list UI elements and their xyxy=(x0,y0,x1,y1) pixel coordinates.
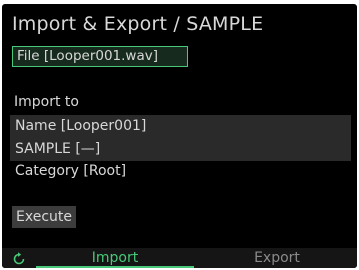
category-field[interactable]: Category [Root] xyxy=(10,160,351,183)
import-to-heading: Import to xyxy=(14,94,79,110)
reload-icon[interactable] xyxy=(11,251,27,267)
tab-export-label: Export xyxy=(254,250,300,266)
file-selector[interactable]: File [Looper001.wav] xyxy=(12,46,188,67)
bottom-tab-bar: Import Export xyxy=(2,248,357,268)
name-field[interactable]: Name [Looper001] xyxy=(10,115,351,138)
page-title: Import & Export / SAMPLE xyxy=(12,13,264,35)
tab-import-label: Import xyxy=(91,250,139,266)
sample-slot-field[interactable]: SAMPLE [—] xyxy=(10,138,351,161)
execute-button[interactable]: Execute xyxy=(12,206,76,228)
tab-import[interactable]: Import xyxy=(36,248,194,268)
device-screen: Import & Export / SAMPLE File [Looper001… xyxy=(2,4,357,268)
tab-export[interactable]: Export xyxy=(212,248,342,268)
active-tab-indicator xyxy=(36,266,194,268)
